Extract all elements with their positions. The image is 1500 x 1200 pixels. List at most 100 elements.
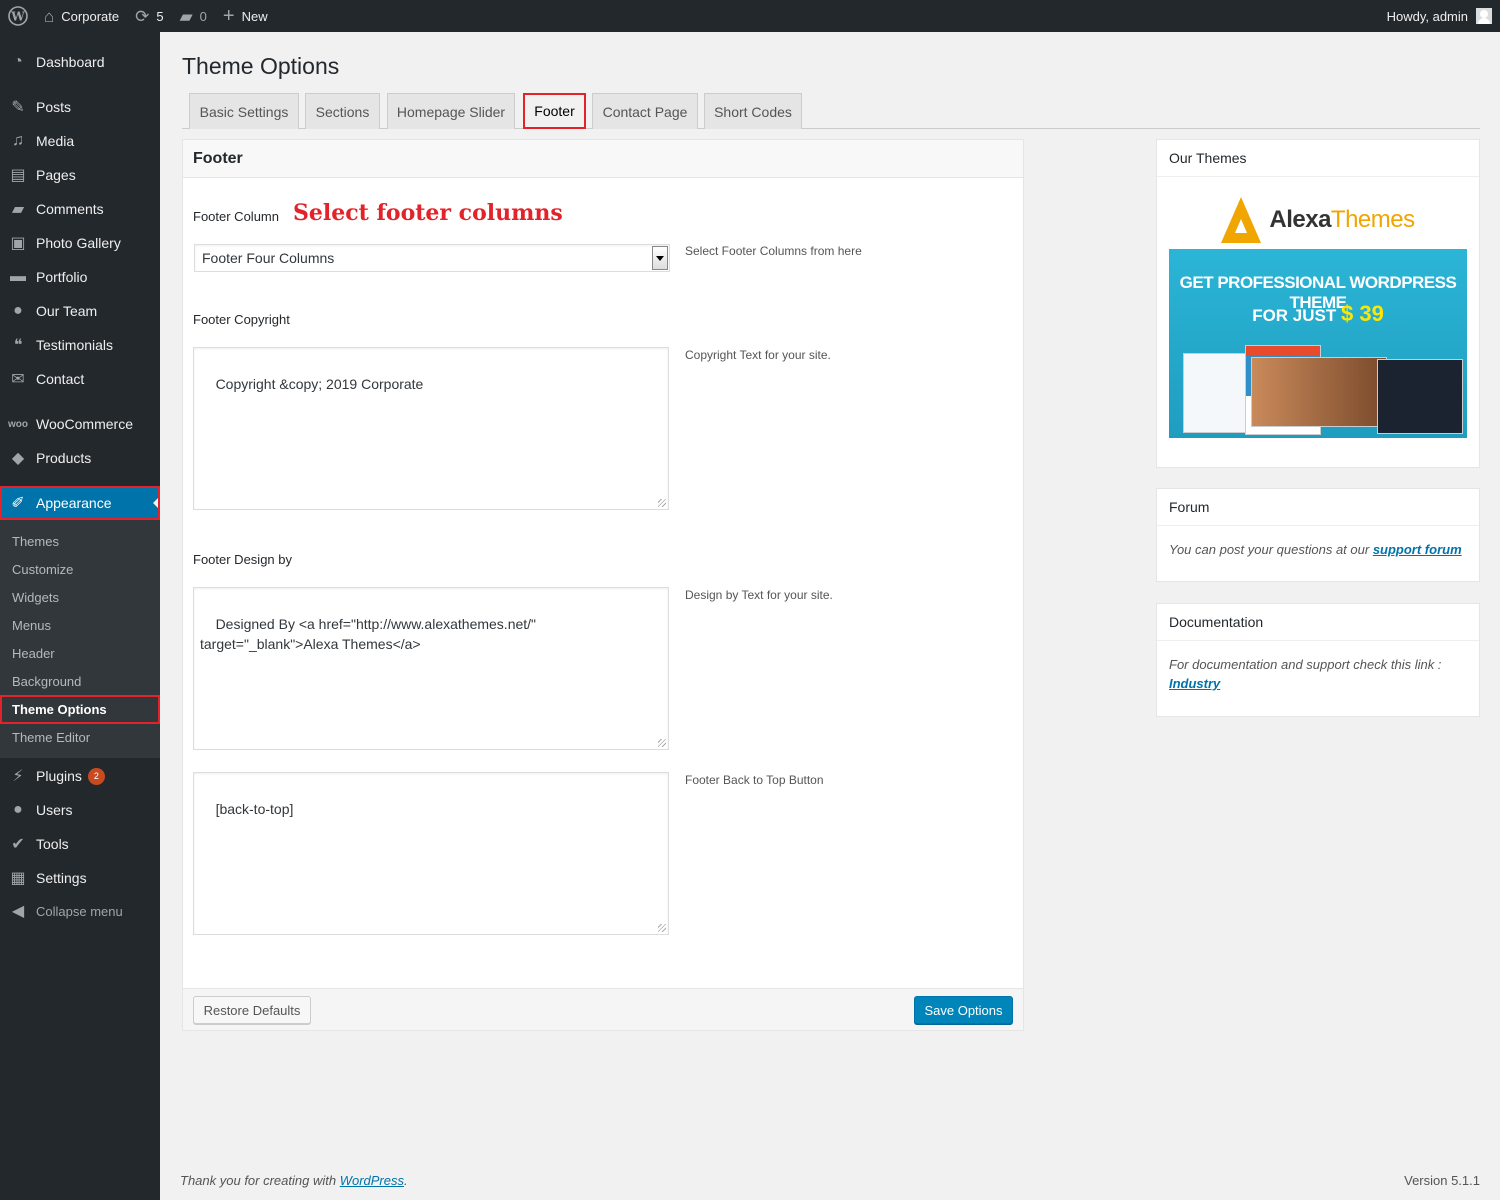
- logo-text-b: Themes: [1330, 205, 1415, 233]
- quote-icon: ❝: [13, 337, 23, 354]
- new-label: New: [241, 8, 268, 24]
- collapse-menu-button[interactable]: ◀ Collapse menu: [0, 894, 160, 928]
- footer-column-select[interactable]: Footer Four Columns: [194, 244, 670, 272]
- docs-body-text: For documentation and support check this…: [1169, 657, 1442, 672]
- menu-plugins[interactable]: ⚡ Plugins 2: [0, 759, 160, 793]
- industry-docs-link[interactable]: Industry: [1169, 676, 1220, 691]
- new-content-link[interactable]: + New: [215, 0, 276, 32]
- thanks-end: .: [404, 1173, 408, 1188]
- submenu-theme-options[interactable]: Theme Options: [0, 695, 160, 723]
- alexathemes-promo-banner[interactable]: AlexaThemes GET PROFESSIONAL WORDPRESS T…: [1169, 190, 1467, 440]
- menu-appearance[interactable]: ✐ Appearance: [0, 486, 160, 520]
- submenu-widgets[interactable]: Widgets: [0, 583, 160, 611]
- comments-link[interactable]: ▰ 0: [172, 0, 215, 32]
- panel-title: Footer: [193, 150, 243, 167]
- promo-price: $ 39: [1340, 301, 1384, 326]
- footer-copyright-textarea[interactable]: Copyright &copy; 2019 Corporate: [193, 347, 669, 510]
- menu-posts[interactable]: ✎ Posts: [0, 90, 160, 124]
- our-themes-widget: Our Themes AlexaThemes GET PROFESSIONAL …: [1156, 139, 1480, 468]
- tab-homepage-slider[interactable]: Homepage Slider: [387, 93, 515, 129]
- menu-pages[interactable]: ▤ Pages: [0, 158, 160, 192]
- menu-users[interactable]: ● Users: [0, 793, 160, 827]
- updates-count: 5: [156, 8, 164, 24]
- media-icon: ♫: [12, 132, 24, 149]
- wrench-icon: ✔: [11, 836, 25, 853]
- support-forum-link[interactable]: support forum: [1373, 542, 1462, 557]
- wordpress-link[interactable]: WordPress: [340, 1173, 404, 1188]
- menu-contact[interactable]: ✉ Contact: [0, 362, 160, 396]
- menu-label: Settings: [36, 870, 87, 886]
- plugins-update-badge: 2: [87, 767, 105, 785]
- settings-icon: ▦: [10, 870, 26, 887]
- collapse-icon: ◀: [11, 903, 25, 920]
- forum-widget: Forum You can post your questions at our…: [1156, 488, 1480, 582]
- pages-icon: ▤: [10, 167, 26, 184]
- promo-banner-body: GET PROFESSIONAL WORDPRESS THEME FOR JUS…: [1169, 249, 1467, 438]
- footer-thanks: Thank you for creating with WordPress.: [180, 1173, 408, 1188]
- logo-text: AlexaThemes: [1269, 205, 1415, 234]
- annotation-select-footer-columns: Select footer columns: [293, 200, 563, 226]
- home-icon: ⌂: [44, 6, 55, 26]
- tab-contact-page[interactable]: Contact Page: [592, 93, 698, 129]
- back-to-top-hint: Footer Back to Top Button: [685, 773, 824, 787]
- admin-bar: W ⌂ Corporate ⟳ 5 ▰ 0 + New Howdy, admin: [0, 0, 1500, 32]
- tab-short-codes[interactable]: Short Codes: [704, 93, 802, 129]
- plugin-icon: ⚡: [12, 768, 24, 785]
- menu-label: Portfolio: [36, 269, 88, 285]
- forum-body-text: You can post your questions at our: [1169, 542, 1373, 557]
- tab-sections[interactable]: Sections: [305, 93, 380, 129]
- alexathemes-logo-icon: [1221, 196, 1262, 243]
- submenu-customize[interactable]: Customize: [0, 555, 160, 583]
- menu-portfolio[interactable]: ▬ Portfolio: [0, 260, 160, 294]
- comment-bubble-icon: ▰: [179, 6, 193, 26]
- footer-column-label: Footer Column: [193, 209, 279, 224]
- back-to-top-textarea[interactable]: [back-to-top]: [193, 772, 669, 935]
- logo-text-a: Alexa: [1269, 205, 1331, 233]
- save-options-button[interactable]: Save Options: [914, 996, 1013, 1024]
- wordpress-logo-icon[interactable]: W: [0, 0, 36, 32]
- brush-icon: ✐: [11, 495, 25, 512]
- updates-link[interactable]: ⟳ 5: [127, 0, 171, 32]
- design-hint: Design by Text for your site.: [685, 588, 833, 602]
- menu-media[interactable]: ♫ Media: [0, 124, 160, 158]
- menu-settings[interactable]: ▦ Settings: [0, 861, 160, 895]
- menu-label: Our Team: [36, 303, 98, 319]
- menu-dashboard[interactable]: ◔ Dashboard: [0, 45, 160, 79]
- tab-basic-settings[interactable]: Basic Settings: [189, 93, 299, 129]
- submenu-menus[interactable]: Menus: [0, 611, 160, 639]
- submenu-theme-editor[interactable]: Theme Editor: [0, 723, 160, 751]
- menu-label: Plugins: [36, 768, 82, 784]
- menu-tools[interactable]: ✔ Tools: [0, 827, 160, 861]
- submenu-background[interactable]: Background: [0, 667, 160, 695]
- menu-woocommerce[interactable]: woo WooCommerce: [0, 407, 160, 441]
- pin-icon: ✎: [11, 99, 25, 116]
- promo-price-line: FOR JUST $ 39: [1169, 301, 1467, 327]
- updates-icon: ⟳: [135, 6, 150, 26]
- menu-photo-gallery[interactable]: ▣ Photo Gallery: [0, 226, 160, 260]
- site-name-link[interactable]: ⌂ Corporate: [36, 0, 127, 32]
- admin-sidebar: ◔ Dashboard ✎ Posts ♫ Media ▤ Pages ▰ Comment…: [0, 32, 160, 1200]
- menu-label: Tools: [36, 836, 69, 852]
- team-icon: ●: [13, 302, 23, 319]
- tab-footer[interactable]: Footer: [523, 93, 586, 129]
- resize-grip-icon[interactable]: [658, 924, 666, 932]
- footer-design-textarea[interactable]: Designed By <a href="http://www.alexathe…: [193, 587, 669, 750]
- submenu-themes[interactable]: Themes: [0, 527, 160, 555]
- submenu-header[interactable]: Header: [0, 639, 160, 667]
- gallery-icon: ▣: [10, 235, 26, 252]
- documentation-widget: Documentation For documentation and supp…: [1156, 603, 1480, 717]
- theme-preview-image: [1251, 357, 1387, 427]
- box-icon: ◆: [11, 450, 25, 467]
- menu-label: Photo Gallery: [36, 235, 121, 251]
- menu-comments[interactable]: ▰ Comments: [0, 192, 160, 226]
- my-account[interactable]: Howdy, admin: [1379, 0, 1500, 32]
- resize-grip-icon[interactable]: [658, 499, 666, 507]
- dropdown-arrow-icon[interactable]: [652, 246, 668, 270]
- menu-testimonials[interactable]: ❝ Testimonials: [0, 328, 160, 362]
- menu-our-team[interactable]: ● Our Team: [0, 294, 160, 328]
- menu-products[interactable]: ◆ Products: [0, 441, 160, 475]
- menu-label: Media: [36, 133, 75, 149]
- resize-grip-icon[interactable]: [658, 739, 666, 747]
- comments-icon: ▰: [11, 201, 25, 218]
- restore-defaults-button[interactable]: Restore Defaults: [193, 996, 311, 1024]
